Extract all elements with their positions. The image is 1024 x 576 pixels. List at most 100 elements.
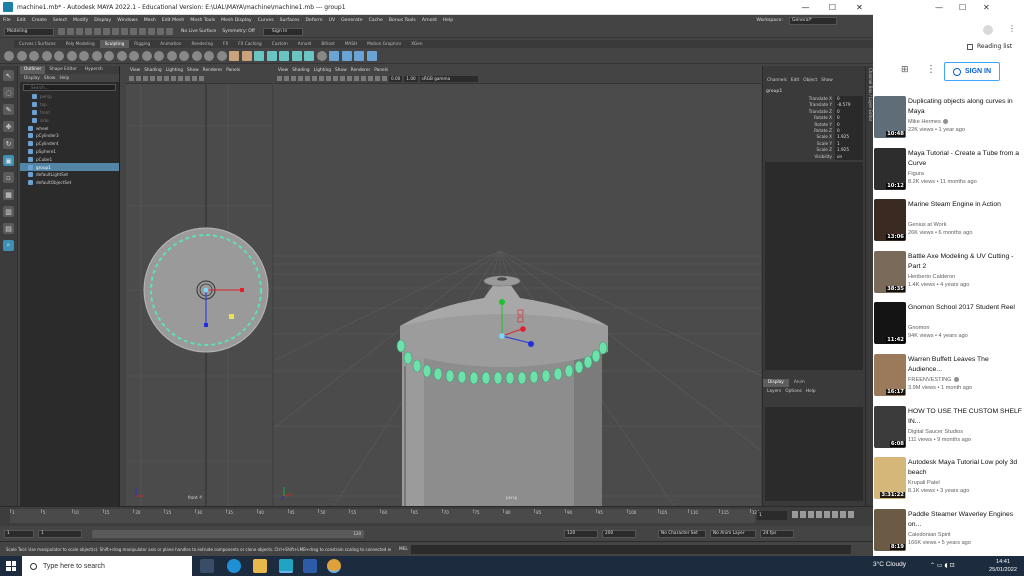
viewport-menu-lighting[interactable]: Lighting: [166, 68, 183, 73]
channel-row[interactable]: Visibility on: [763, 153, 865, 160]
outliner-item[interactable]: group1: [20, 163, 119, 171]
menu-surfaces[interactable]: Surfaces: [280, 18, 300, 23]
step-forward-icon[interactable]: [832, 511, 838, 518]
textured-icon[interactable]: [319, 76, 324, 81]
textured-icon[interactable]: [171, 76, 176, 81]
knife-tool-icon[interactable]: [166, 50, 177, 61]
character-set-dropdown[interactable]: No Character Set: [658, 530, 706, 538]
video-channel[interactable]: Caledonian Spirit: [908, 532, 951, 538]
aa-icon[interactable]: [347, 76, 352, 81]
shelf-tab-custom[interactable]: Custom: [267, 40, 293, 48]
minimize-icon[interactable]: —: [935, 3, 943, 12]
select-tool-icon[interactable]: ↖: [3, 70, 14, 81]
clock[interactable]: 14:41 25/01/2022: [988, 558, 1018, 574]
sculpt-tool-icon[interactable]: [4, 50, 14, 61]
shelf-tab-rigging[interactable]: Rigging: [129, 40, 155, 48]
shelf-tab-poly-modeling[interactable]: Poly Modeling: [61, 40, 100, 48]
smooth-tool-icon[interactable]: [16, 50, 27, 61]
redo-icon[interactable]: [94, 28, 101, 35]
paint-select-icon[interactable]: ✎: [3, 104, 14, 115]
bookmark-icon[interactable]: [143, 76, 148, 81]
apps-grid-icon[interactable]: ⊞: [901, 65, 909, 75]
select-component-icon[interactable]: [121, 28, 128, 35]
video-thumbnail[interactable]: 16:17: [874, 354, 906, 396]
outliner-item[interactable]: side: [20, 116, 119, 124]
fps-dropdown[interactable]: 24 fps: [760, 530, 794, 538]
step-back-key-icon[interactable]: [800, 511, 806, 518]
shelf-tab-xgen[interactable]: XGen: [406, 40, 427, 48]
viewport-persp[interactable]: View Shading Lighting Show Renderer Panels 0.…: [274, 66, 761, 506]
video-card[interactable]: 38:35 Battle Axe Modeling & UV Cutting - …: [873, 250, 1024, 301]
video-channel[interactable]: Gnomon: [908, 325, 929, 331]
channel-menu-channels[interactable]: Channels: [767, 78, 787, 83]
workspace-dropdown[interactable]: General*: [789, 16, 837, 25]
step-forward-key-icon[interactable]: [840, 511, 846, 518]
channel-box-object[interactable]: group1: [766, 89, 865, 94]
grab-tool-icon[interactable]: [41, 50, 52, 61]
exposure-field[interactable]: 0.00: [389, 75, 403, 82]
outliner-item[interactable]: defaultLightSet: [20, 171, 119, 179]
current-frame-field[interactable]: 1: [757, 511, 787, 520]
foamy-tool-icon[interactable]: [79, 50, 89, 61]
menu-edit-mesh[interactable]: Edit Mesh: [162, 18, 184, 23]
scale-tool-icon[interactable]: ▣: [3, 155, 14, 166]
range-start-field[interactable]: 1: [4, 530, 34, 538]
xray-icon[interactable]: [368, 76, 373, 81]
menu-arnold[interactable]: Arnold: [422, 18, 437, 23]
viewport-menu-renderer[interactable]: Renderer: [203, 68, 223, 73]
outliner-item[interactable]: top: [20, 101, 119, 109]
video-title[interactable]: Gnomon School 2017 Student Reel: [908, 303, 1024, 313]
settings-dots-icon[interactable]: ⋮: [926, 64, 936, 75]
spray-tool-icon[interactable]: [91, 50, 102, 61]
channel-menu-show[interactable]: Show: [821, 78, 833, 83]
menu-mesh-tools[interactable]: Mesh Tools: [190, 18, 215, 23]
video-thumbnail[interactable]: 11:42: [874, 302, 906, 345]
wireframe-icon[interactable]: [157, 76, 162, 81]
video-channel[interactable]: FREENVESTING: [908, 377, 959, 383]
viewport-menu-renderer[interactable]: Renderer: [351, 68, 371, 73]
snap-view-icon[interactable]: [157, 28, 164, 35]
camera-icon[interactable]: [129, 76, 134, 81]
undo-icon[interactable]: [85, 28, 92, 35]
taskbar-search[interactable]: Type here to search: [22, 556, 192, 576]
video-title[interactable]: Battle Axe Modeling & UV Cutting - Part …: [908, 252, 1024, 272]
cam-attr-icon[interactable]: [284, 76, 289, 81]
viewport-menu-lighting[interactable]: Lighting: [314, 68, 331, 73]
grid-toggle-icon[interactable]: [298, 76, 303, 81]
outliner-layout-icon[interactable]: ▤: [3, 223, 14, 234]
video-thumbnail[interactable]: 13:06: [874, 199, 906, 242]
persp-view-canvas[interactable]: [274, 66, 761, 506]
menu-generate[interactable]: Generate: [341, 18, 362, 23]
workspace-selector[interactable]: Workspace: General*: [753, 16, 837, 25]
relax-tool-icon[interactable]: [29, 50, 39, 61]
outliner-search[interactable]: Search...: [23, 84, 116, 91]
ao-icon[interactable]: [340, 76, 345, 81]
select-hierarchy-icon[interactable]: [103, 28, 110, 35]
video-channel[interactable]: Mike Hermes: [908, 119, 948, 125]
smooth-shade-icon[interactable]: [312, 76, 317, 81]
viewport-menu-view[interactable]: View: [130, 68, 140, 73]
outliner-item[interactable]: persp: [20, 93, 119, 101]
four-view-icon[interactable]: ▦: [3, 189, 14, 200]
menu-mesh[interactable]: Mesh: [144, 18, 156, 23]
command-line-input[interactable]: [410, 544, 851, 554]
shelf-tab-motion-graphics[interactable]: Motion Graphics: [362, 40, 406, 48]
mash-distribute-icon[interactable]: [341, 50, 352, 61]
menu-curves[interactable]: Curves: [258, 18, 274, 23]
flatten-tool-icon[interactable]: [66, 50, 77, 61]
shelf-tab-mash[interactable]: MASH: [340, 40, 362, 48]
menu-windows[interactable]: Windows: [117, 18, 138, 23]
sweep-mesh-icon[interactable]: [316, 50, 327, 61]
profile-avatar-icon[interactable]: [983, 25, 993, 35]
mask-tool-icon[interactable]: [229, 50, 239, 61]
xray-components-icon[interactable]: [382, 76, 387, 81]
outliner-item[interactable]: pCylinder4: [20, 140, 119, 148]
file-explorer-icon[interactable]: [253, 559, 267, 573]
maya-taskbar-icon[interactable]: [279, 559, 293, 573]
dof-icon[interactable]: [354, 76, 359, 81]
video-thumbnail[interactable]: 8:19: [874, 508, 906, 551]
outliner-tab-shape-editor[interactable]: Shape Editor: [45, 66, 81, 74]
lights-icon[interactable]: [178, 76, 183, 81]
shelf-tab-rendering[interactable]: Rendering: [187, 40, 218, 48]
video-card[interactable]: 16:17 Warren Buffett Leaves The Audience.…: [873, 354, 1024, 404]
